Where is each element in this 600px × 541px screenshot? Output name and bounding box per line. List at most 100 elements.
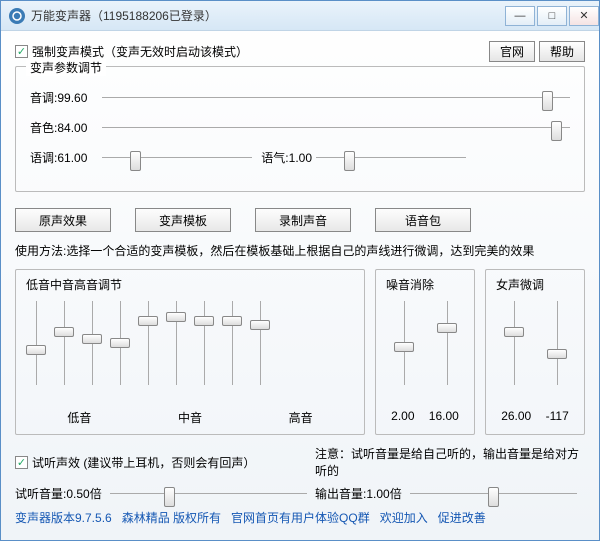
vslider[interactable] — [535, 295, 578, 405]
vslider-thumb[interactable] — [54, 327, 74, 337]
vslider-thumb[interactable] — [26, 345, 46, 355]
vslider[interactable] — [218, 295, 246, 405]
vslider[interactable] — [50, 295, 78, 405]
timbre-slider[interactable] — [102, 117, 570, 137]
footer-qq[interactable]: 官网首页有用户体验QQ群 — [231, 509, 370, 526]
eq-band-labels: 低音 中音 高音 — [22, 405, 358, 432]
female-sliders — [492, 295, 578, 405]
tone-mood-row: 语调:61.00 语气:1.00 — [30, 147, 570, 167]
force-mode-checkbox[interactable] — [15, 45, 28, 58]
eq-title: 低音中音高音调节 — [22, 276, 358, 293]
site-button[interactable]: 官网 — [489, 41, 535, 62]
voicepack-button[interactable]: 语音包 — [375, 208, 471, 232]
output-vol-label: 输出音量:1.00倍 — [315, 485, 402, 502]
vslider-thumb[interactable] — [82, 334, 102, 344]
vslider[interactable] — [246, 295, 274, 405]
noise-sliders — [382, 295, 468, 405]
noise-value-row: 2.00 16.00 — [382, 405, 468, 429]
timbre-row: 音色:84.00 — [30, 117, 570, 137]
mood-thumb[interactable] — [344, 151, 355, 171]
footer-version[interactable]: 变声器版本9.7.5.6 — [15, 509, 112, 526]
vslider-thumb[interactable] — [547, 349, 567, 359]
maximize-button[interactable]: □ — [537, 6, 567, 26]
vslider-thumb[interactable] — [394, 342, 414, 352]
vslider[interactable] — [162, 295, 190, 405]
template-button[interactable]: 变声模板 — [135, 208, 231, 232]
mood-slider[interactable] — [316, 147, 466, 167]
tone-slider[interactable] — [102, 147, 252, 167]
force-mode-label: 强制变声模式（变声无效时启动该模式） — [32, 43, 248, 60]
content-area: 强制变声模式（变声无效时启动该模式） 官网 帮助 变声参数调节 音调:99.60… — [1, 31, 599, 536]
vslider-thumb[interactable] — [250, 320, 270, 330]
window-controls: — □ ✕ — [503, 6, 599, 26]
footer-improve[interactable]: 促进改善 — [438, 509, 486, 526]
pitch-thumb[interactable] — [542, 91, 553, 111]
vslider[interactable] — [382, 295, 425, 405]
preview-vol-thumb[interactable] — [164, 487, 175, 507]
close-button[interactable]: ✕ — [569, 6, 599, 26]
volume-row: 试听音量:0.50倍 输出音量:1.00倍 — [15, 483, 585, 503]
preview-checkbox[interactable] — [15, 456, 28, 469]
eq-high-label: 高音 — [289, 409, 313, 426]
vslider[interactable] — [492, 295, 535, 405]
female-val-a: 26.00 — [501, 409, 531, 423]
vslider-thumb[interactable] — [504, 327, 524, 337]
action-buttons: 原声效果 变声模板 录制声音 语音包 — [15, 208, 585, 232]
voice-params-title: 变声参数调节 — [26, 59, 106, 76]
help-button[interactable]: 帮助 — [539, 41, 585, 62]
female-group: 女声微调 26.00 -117 — [485, 269, 585, 435]
minimize-button[interactable]: — — [505, 6, 535, 26]
eq-mid-label: 中音 — [178, 409, 202, 426]
bottom-section: 试听声效 (建议带上耳机，否则会有回声） 注意：试听音量是给自己听的，输出音量是… — [15, 445, 585, 526]
app-window: 万能变声器（1195188206已登录） — □ ✕ 强制变声模式（变声无效时启… — [0, 0, 600, 541]
timbre-thumb[interactable] — [551, 121, 562, 141]
preview-vol-slider[interactable] — [110, 483, 307, 503]
noise-group: 噪音消除 2.00 16.00 — [375, 269, 475, 435]
preview-note: 注意：试听音量是给自己听的，输出音量是给对方听的 — [315, 445, 585, 479]
eq-row: 低音中音高音调节 低音 中音 高音 噪音消除 2.00 16.00 女声微调 — [15, 269, 585, 435]
female-val-b: -117 — [546, 409, 569, 423]
footer: 变声器版本9.7.5.6 森林精品 版权所有 官网首页有用户体验QQ群 欢迎加入… — [15, 509, 585, 526]
vslider[interactable] — [425, 295, 468, 405]
timbre-label: 音色:84.00 — [30, 119, 102, 136]
window-title: 万能变声器（1195188206已登录） — [31, 7, 503, 24]
tone-label: 语调:61.00 — [30, 149, 102, 166]
eq-group: 低音中音高音调节 低音 中音 高音 — [15, 269, 365, 435]
noise-val-b: 16.00 — [429, 409, 459, 423]
vslider-thumb[interactable] — [437, 323, 457, 333]
female-title: 女声微调 — [492, 276, 578, 293]
vslider-thumb[interactable] — [138, 316, 158, 326]
footer-copyright[interactable]: 森林精品 版权所有 — [122, 509, 221, 526]
vslider[interactable] — [78, 295, 106, 405]
mood-label: 语气:1.00 — [252, 149, 312, 166]
record-button[interactable]: 录制声音 — [255, 208, 351, 232]
voice-params-group: 变声参数调节 音调:99.60 音色:84.00 语调:61.00 语气:1.0… — [15, 66, 585, 192]
pitch-slider[interactable] — [102, 87, 570, 107]
vslider-thumb[interactable] — [110, 338, 130, 348]
titlebar: 万能变声器（1195188206已登录） — □ ✕ — [1, 1, 599, 31]
app-icon — [9, 8, 25, 24]
footer-welcome[interactable]: 欢迎加入 — [380, 509, 428, 526]
vslider-thumb[interactable] — [222, 316, 242, 326]
usage-hint: 使用方法:选择一个合适的变声模板，然后在模板基础上根据自己的声线进行微调，达到完… — [15, 242, 585, 259]
output-vol-thumb[interactable] — [488, 487, 499, 507]
female-value-row: 26.00 -117 — [492, 405, 578, 429]
tone-thumb[interactable] — [130, 151, 141, 171]
pitch-label: 音调:99.60 — [30, 89, 102, 106]
vslider[interactable] — [190, 295, 218, 405]
preview-top-row: 试听声效 (建议带上耳机，否则会有回声） 注意：试听音量是给自己听的，输出音量是… — [15, 445, 585, 479]
noise-val-a: 2.00 — [391, 409, 414, 423]
eq-sliders — [22, 295, 358, 405]
output-vol-slider[interactable] — [410, 483, 577, 503]
preview-vol-label: 试听音量:0.50倍 — [15, 485, 102, 502]
eq-low-label: 低音 — [67, 409, 91, 426]
vslider[interactable] — [22, 295, 50, 405]
preview-label: 试听声效 (建议带上耳机，否则会有回声） — [32, 454, 255, 471]
vslider[interactable] — [134, 295, 162, 405]
pitch-row: 音调:99.60 — [30, 87, 570, 107]
noise-title: 噪音消除 — [382, 276, 468, 293]
original-button[interactable]: 原声效果 — [15, 208, 111, 232]
vslider-thumb[interactable] — [194, 316, 214, 326]
vslider[interactable] — [106, 295, 134, 405]
vslider-thumb[interactable] — [166, 312, 186, 322]
